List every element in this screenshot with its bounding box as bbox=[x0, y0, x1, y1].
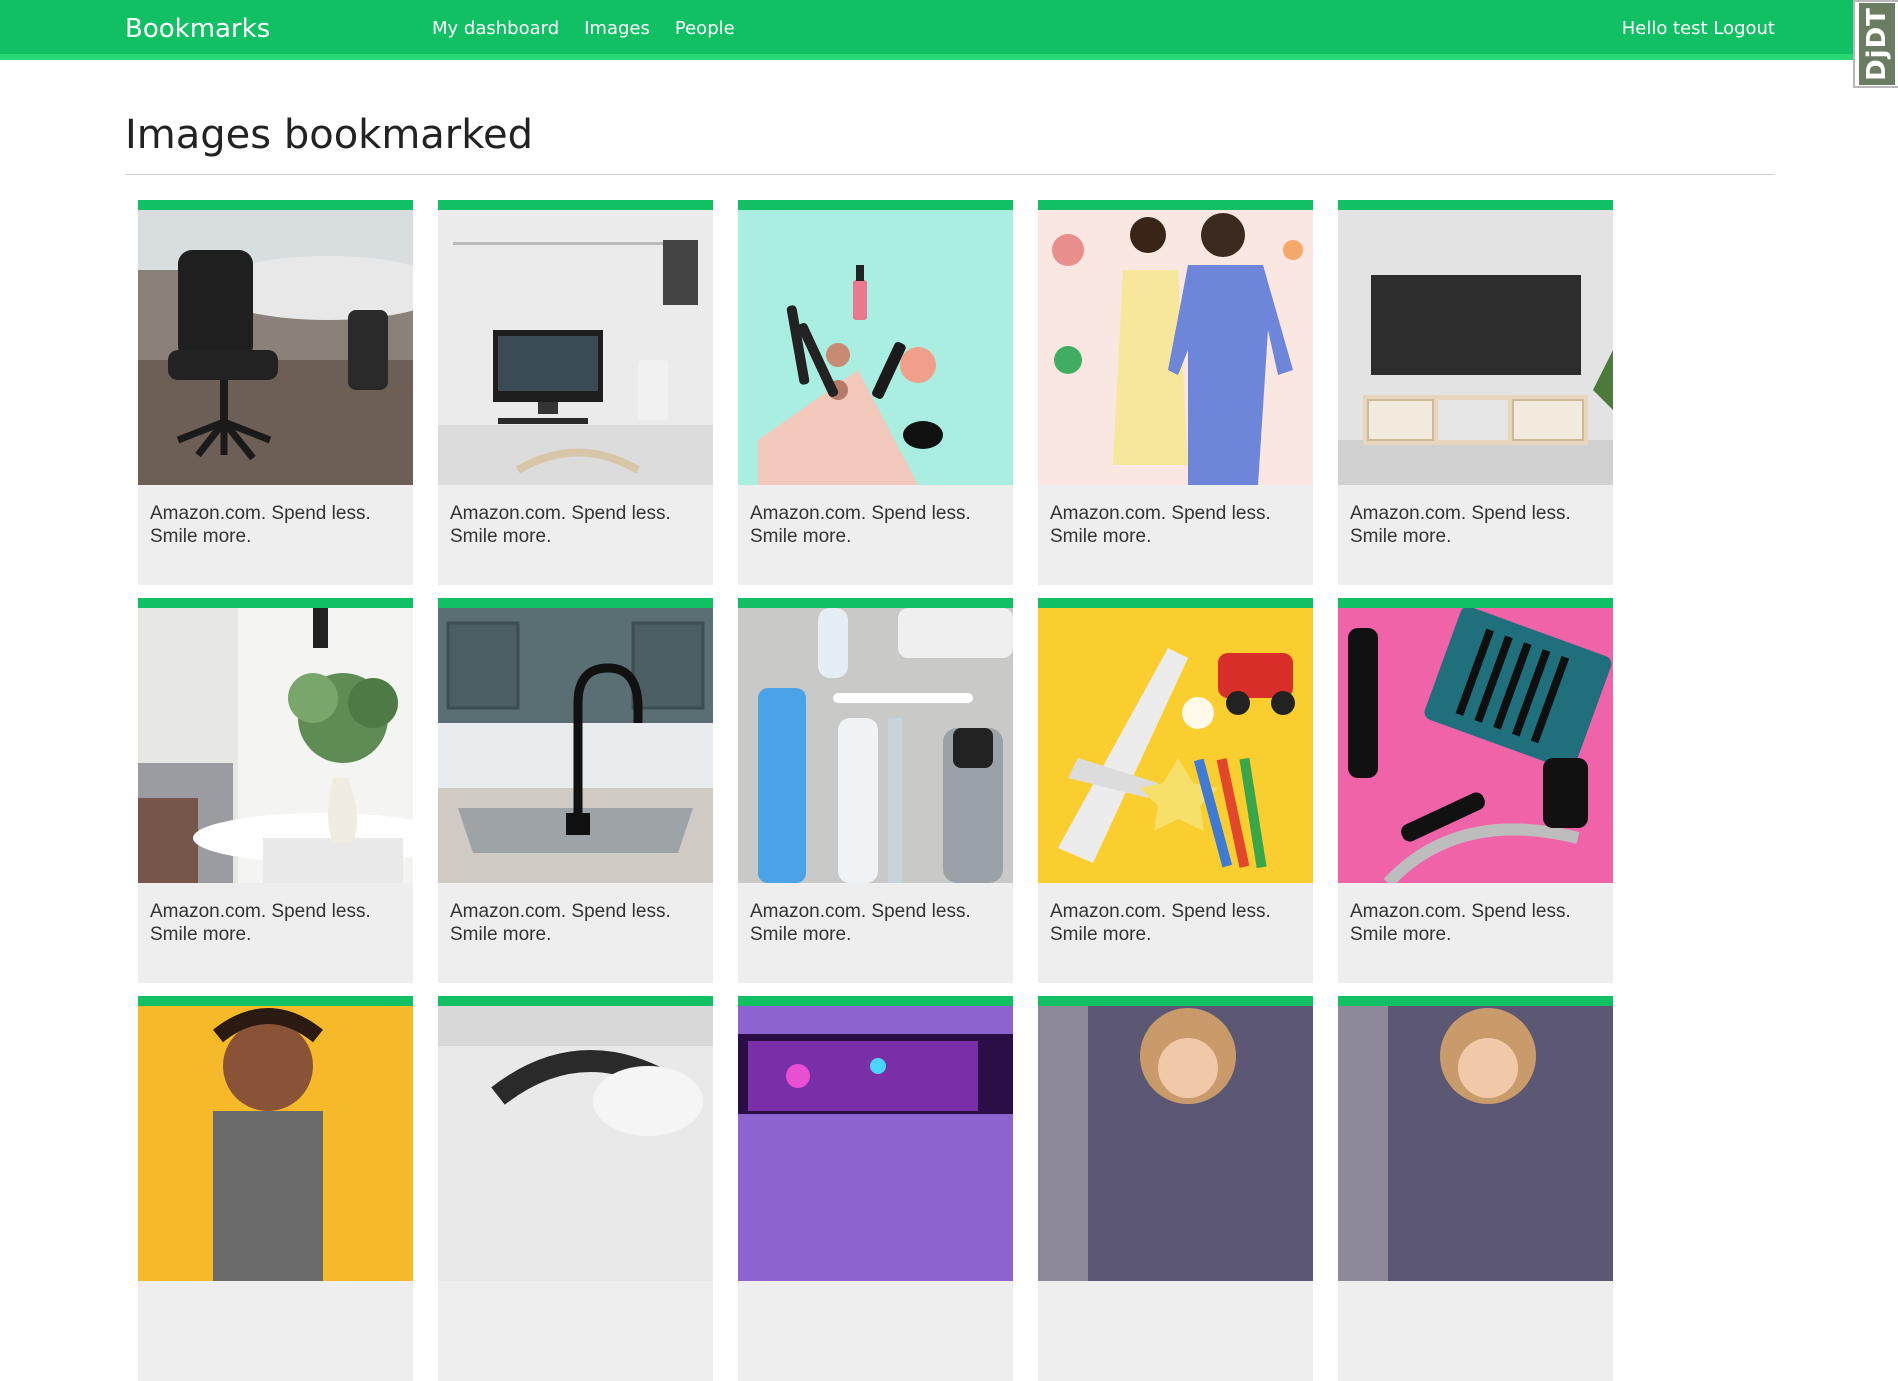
image-card[interactable]: Amazon.com. Spend less. Smile more. bbox=[438, 200, 713, 585]
image-caption: Amazon.com. Spend less. Smile more. bbox=[450, 503, 671, 547]
image-caption bbox=[438, 1281, 713, 1298]
image-caption: Amazon.com. Spend less. Smile more. bbox=[1350, 503, 1571, 547]
image-card[interactable]: Amazon.com. Spend less. Smile more. bbox=[738, 598, 1013, 983]
tools-image[interactable] bbox=[1338, 608, 1613, 883]
image-card[interactable]: Amazon.com. Spend less. Smile more. bbox=[138, 598, 413, 983]
image-caption: Amazon.com. Spend less. Smile more. bbox=[1350, 901, 1571, 945]
nav-dashboard[interactable]: My dashboard bbox=[432, 18, 559, 39]
main-nav: My dashboard Images People bbox=[432, 18, 735, 39]
plant-vase-image[interactable] bbox=[138, 608, 413, 883]
image-caption bbox=[138, 1281, 413, 1298]
brand-link[interactable]: Bookmarks bbox=[125, 14, 270, 44]
image-card[interactable]: Amazon.com. Spend less. Smile more. bbox=[1338, 598, 1613, 983]
makeup-image[interactable] bbox=[738, 210, 1013, 485]
image-caption: Amazon.com. Spend less. Smile more. bbox=[750, 503, 971, 547]
image-card[interactable]: Amazon.com. Spend less. Smile more. bbox=[138, 200, 413, 585]
gaming-image[interactable] bbox=[738, 1006, 1013, 1281]
image-caption: Amazon.com. Spend less. Smile more. bbox=[150, 901, 371, 945]
user-menu: Hello test Logout bbox=[1622, 18, 1775, 39]
image-caption bbox=[738, 1281, 1013, 1298]
image-grid: Amazon.com. Spend less. Smile more. Amaz… bbox=[138, 200, 1613, 1381]
image-caption: Amazon.com. Spend less. Smile more. bbox=[150, 503, 371, 547]
image-caption: Amazon.com. Spend less. Smile more. bbox=[750, 901, 971, 945]
image-card[interactable]: Amazon.com. Spend less. Smile more. bbox=[1038, 598, 1313, 983]
user-greeting: Hello test bbox=[1621, 18, 1708, 39]
logout-link[interactable]: Logout bbox=[1713, 18, 1775, 39]
nav-images[interactable]: Images bbox=[584, 18, 650, 39]
toys-image[interactable] bbox=[1038, 608, 1313, 883]
debug-toolbar-handle[interactable]: DjDT bbox=[1853, 0, 1898, 88]
image-card[interactable]: Amazon.com. Spend less. Smile more. bbox=[738, 200, 1013, 585]
kitchen-faucet-image[interactable] bbox=[438, 608, 713, 883]
top-navbar: Bookmarks My dashboard Images People Hel… bbox=[0, 0, 1898, 60]
debug-toolbar-label: DjDT bbox=[1861, 7, 1892, 81]
debug-toolbar-logo: DjDT bbox=[1858, 3, 1895, 85]
toiletries-image[interactable] bbox=[738, 608, 1013, 883]
image-caption bbox=[1338, 1281, 1613, 1298]
page-title: Images bookmarked bbox=[125, 112, 533, 158]
image-card[interactable] bbox=[438, 996, 713, 1381]
image-card[interactable]: Amazon.com. Spend less. Smile more. bbox=[1338, 200, 1613, 585]
office-chair-image[interactable] bbox=[138, 210, 413, 485]
nav-people[interactable]: People bbox=[675, 18, 735, 39]
child-image[interactable] bbox=[1038, 1006, 1313, 1281]
image-caption: Amazon.com. Spend less. Smile more. bbox=[1050, 503, 1271, 547]
child-image[interactable] bbox=[1338, 1006, 1613, 1281]
image-caption: Amazon.com. Spend less. Smile more. bbox=[450, 901, 671, 945]
headphones-image[interactable] bbox=[438, 1006, 713, 1281]
image-caption bbox=[1038, 1281, 1313, 1298]
fitness-image[interactable] bbox=[138, 1006, 413, 1281]
image-card[interactable] bbox=[738, 996, 1013, 1381]
image-card[interactable] bbox=[138, 996, 413, 1381]
image-card[interactable] bbox=[1038, 996, 1313, 1381]
image-card[interactable]: Amazon.com. Spend less. Smile more. bbox=[438, 598, 713, 983]
image-card[interactable] bbox=[1338, 996, 1613, 1381]
title-divider bbox=[125, 174, 1775, 175]
tv-stand-image[interactable] bbox=[1338, 210, 1613, 485]
computer-desk-image[interactable] bbox=[438, 210, 713, 485]
image-card[interactable]: Amazon.com. Spend less. Smile more. bbox=[1038, 200, 1313, 585]
fashion-image[interactable] bbox=[1038, 210, 1313, 485]
image-caption: Amazon.com. Spend less. Smile more. bbox=[1050, 901, 1271, 945]
